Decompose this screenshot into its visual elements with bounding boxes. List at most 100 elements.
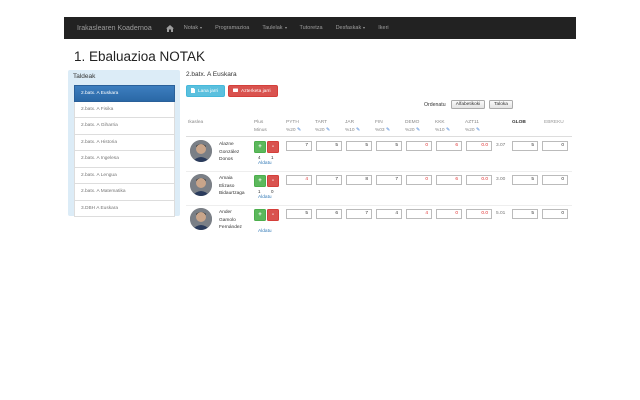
- row-divider: [186, 205, 572, 206]
- pencil-icon[interactable]: ✎: [297, 127, 301, 133]
- grade-input[interactable]: 7: [346, 209, 372, 219]
- student-name: Ander Gamolo Fernández: [219, 209, 242, 232]
- column-name: TART: [315, 120, 328, 125]
- column-header: AZT11 %20 ✎: [465, 119, 480, 134]
- column-name: JAR: [345, 120, 355, 125]
- column-name: KKK: [435, 120, 445, 125]
- group-item[interactable]: 3.DBH A Euskara: [74, 200, 175, 217]
- avatar: [190, 140, 212, 162]
- pencil-icon[interactable]: ✎: [476, 127, 480, 133]
- nav-notak[interactable]: Notak: [183, 25, 203, 31]
- avatar-image: [190, 174, 212, 196]
- glob-input[interactable]: 5: [512, 175, 538, 185]
- aldatu-link[interactable]: Aldatu: [258, 161, 272, 166]
- aldatu-link[interactable]: Aldatu: [258, 229, 272, 234]
- group-item[interactable]: 2.batx. A Historia: [74, 134, 175, 151]
- page-title: 1. Ebaluazioa NOTAK: [74, 49, 206, 64]
- student-name-part: Gamolo: [219, 217, 236, 223]
- brand[interactable]: Irakaslearen Koadernoa: [77, 25, 152, 32]
- aldatu-link[interactable]: Aldatu: [258, 195, 272, 200]
- group-item[interactable]: 2.batx. A Matematika: [74, 184, 175, 201]
- group-item[interactable]: 2.batx. A Giharria: [74, 118, 175, 135]
- nav-tutoretza[interactable]: Tutoretza: [300, 25, 323, 31]
- nav-programazioa-label: Programazioa: [215, 25, 250, 31]
- clipboard-icon: [233, 88, 238, 94]
- grade-input[interactable]: 5: [316, 141, 342, 151]
- grade-input[interactable]: 8: [346, 175, 372, 185]
- add-work-button[interactable]: Lana jarri: [186, 85, 225, 97]
- minus-button[interactable]: -: [267, 175, 279, 187]
- row-total: 3.07: [496, 143, 506, 148]
- row-total: 3.00: [496, 177, 506, 182]
- grade-input[interactable]: 7: [286, 141, 312, 151]
- pencil-icon[interactable]: ✎: [446, 127, 450, 133]
- add-exam-label: Azterketa jarri: [241, 88, 271, 94]
- nav-desfaskak[interactable]: Desfaskak: [336, 25, 366, 31]
- grade-input[interactable]: 0: [406, 175, 432, 185]
- ebreku-input[interactable]: 0: [542, 209, 568, 219]
- grade-input[interactable]: 7: [376, 175, 402, 185]
- glob-input[interactable]: 5: [512, 141, 538, 151]
- grade-input[interactable]: 0: [406, 141, 432, 151]
- plus-count: 1: [258, 189, 261, 194]
- group-item[interactable]: 2.batx. A Ingelesa: [74, 151, 175, 168]
- group-item[interactable]: 2.batx. A Lengua: [74, 167, 175, 184]
- grade-input[interactable]: 5: [376, 141, 402, 151]
- sort-label: Ordenatu: [424, 102, 446, 108]
- group-item[interactable]: 2.batx. A Fisika: [74, 101, 175, 118]
- nav-notak-label: Notak: [183, 25, 199, 31]
- grade-input[interactable]: 4: [376, 209, 402, 219]
- column-name: FIN: [375, 120, 383, 125]
- header-divider: [186, 136, 572, 137]
- minus-button[interactable]: -: [267, 209, 279, 221]
- glob-input[interactable]: 5: [512, 209, 538, 219]
- grade-input[interactable]: 6: [436, 175, 462, 185]
- grade-input[interactable]: 0.0: [466, 141, 492, 151]
- grade-input[interactable]: 0: [436, 209, 462, 219]
- column-weight-text: %10: [345, 127, 356, 133]
- nav-ikeri[interactable]: Ikeri: [378, 25, 388, 31]
- grade-input[interactable]: 0.0: [466, 209, 492, 219]
- grade-input[interactable]: 4: [406, 209, 432, 219]
- column-weight-text: %20: [465, 127, 476, 133]
- ebreku-input[interactable]: 0: [542, 175, 568, 185]
- student-name-part: Alazne: [219, 142, 234, 147]
- top-navbar: Irakaslearen Koadernoa Notak Programazio…: [64, 17, 576, 39]
- row-divider: [186, 171, 572, 172]
- pencil-icon[interactable]: ✎: [416, 127, 420, 133]
- sort-table-button[interactable]: Taloka: [489, 100, 513, 109]
- minus-count: 0: [271, 189, 274, 194]
- pencil-icon[interactable]: ✎: [326, 127, 330, 133]
- add-exam-button[interactable]: Azterketa jarri: [228, 85, 278, 97]
- nav-taulelak-label: Taulelak: [262, 25, 283, 31]
- avatar: [190, 208, 212, 230]
- grade-input[interactable]: 5: [346, 141, 372, 151]
- sort-alphabetical-button[interactable]: Alfabetikoki: [451, 100, 485, 109]
- grade-input[interactable]: 0.0: [466, 175, 492, 185]
- pencil-icon[interactable]: ✎: [386, 127, 390, 133]
- add-work-label: Lana jarri: [198, 88, 218, 94]
- column-header: TART %20 ✎: [315, 119, 330, 134]
- pencil-icon[interactable]: ✎: [356, 127, 360, 133]
- column-header: PYTH %20 ✎: [286, 119, 301, 134]
- plus-button[interactable]: +: [254, 141, 266, 153]
- nav-programazioa[interactable]: Programazioa: [215, 25, 249, 31]
- plus-button[interactable]: +: [254, 175, 266, 187]
- header-plus-minus: Plus Minus: [254, 119, 267, 134]
- grade-input[interactable]: 6: [436, 141, 462, 151]
- group-item-active[interactable]: 2.batx. A Euskara: [74, 85, 175, 102]
- student-name-part: Fernández: [219, 225, 242, 230]
- grade-input[interactable]: 5: [286, 209, 312, 219]
- column-weight: %20 ✎: [405, 127, 420, 135]
- nav-taulelak[interactable]: Taulelak: [262, 25, 287, 31]
- plus-button[interactable]: +: [254, 209, 266, 221]
- student-name-part: Donos: [219, 157, 233, 162]
- grade-input[interactable]: 6: [316, 209, 342, 219]
- ebreku-input[interactable]: 0: [542, 141, 568, 151]
- grade-input[interactable]: 4: [286, 175, 312, 185]
- column-weight: %20 ✎: [465, 127, 480, 135]
- home-icon[interactable]: [166, 24, 175, 32]
- minus-button[interactable]: -: [267, 141, 279, 153]
- grade-input[interactable]: 7: [316, 175, 342, 185]
- file-icon: [191, 87, 195, 95]
